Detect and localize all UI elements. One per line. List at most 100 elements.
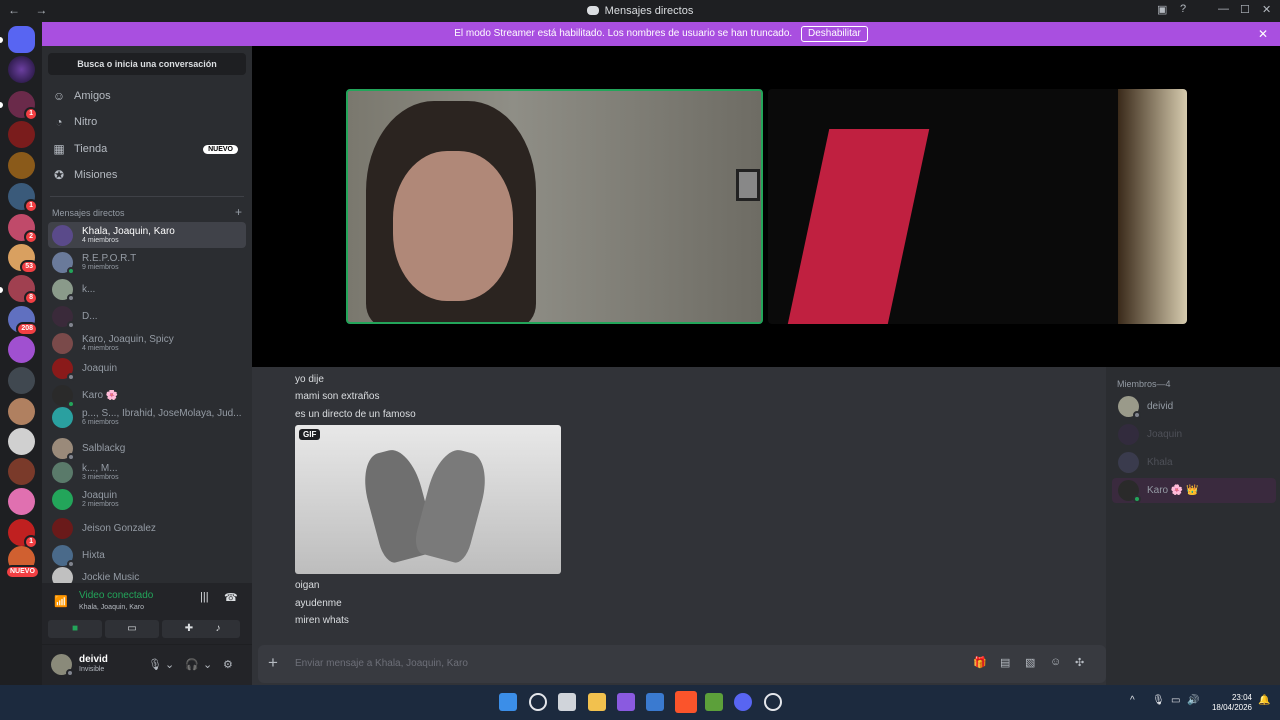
- server-icon[interactable]: [8, 152, 35, 179]
- disconnect-icon[interactable]: ☎: [224, 591, 238, 604]
- dm-item[interactable]: R.E.P.O.R.T 9 miembros: [48, 249, 246, 275]
- gift-icon[interactable]: 🎁: [973, 656, 987, 669]
- microphone-tray-icon[interactable]: 🎙: [1152, 695, 1165, 706]
- apps-icon[interactable]: ✣: [1075, 656, 1084, 669]
- dm-item[interactable]: Salblackg: [48, 435, 246, 461]
- dm-item[interactable]: p..., S..., Ibrahid, JoseMolaya, Jud... 6…: [48, 404, 246, 430]
- gif-icon[interactable]: ▤: [1000, 656, 1010, 669]
- avatar: [52, 305, 75, 329]
- home-discord-icon[interactable]: [8, 26, 35, 53]
- member-name: Joaquin: [1147, 429, 1183, 440]
- voice-status[interactable]: Video conectado: [79, 590, 153, 601]
- dm-name: Khala, Joaquin, Karo: [82, 226, 175, 237]
- dm-item[interactable]: Joaquin 2 miembros: [48, 486, 246, 512]
- server-icon[interactable]: 1: [8, 519, 38, 549]
- member-item[interactable]: Joaquin: [1112, 422, 1276, 447]
- minimize-icon[interactable]: —: [1218, 3, 1229, 15]
- server-icon[interactable]: [8, 121, 35, 148]
- server-icon[interactable]: [8, 488, 35, 515]
- message-text: oigan: [295, 580, 320, 591]
- member-item[interactable]: deivid: [1112, 394, 1276, 419]
- dm-item[interactable]: Karo, Joaquin, Spicy 4 miembros: [48, 330, 246, 356]
- server-badge: 2: [24, 230, 38, 244]
- dm-item[interactable]: Jeison Gonzalez: [48, 515, 246, 541]
- attach-button[interactable]: +: [268, 653, 278, 673]
- server-icon[interactable]: [8, 458, 35, 485]
- volume-icon[interactable]: 🔊: [1187, 695, 1199, 706]
- create-dm-button[interactable]: +: [235, 205, 242, 219]
- server-icon[interactable]: 53: [8, 244, 38, 274]
- message-text: es un directo de un famoso: [295, 409, 416, 420]
- member-item[interactable]: Karo 🌸 👑: [1112, 478, 1276, 503]
- screen-share-button[interactable]: ▭: [105, 620, 159, 638]
- dm-sub: 9 miembros: [82, 264, 119, 271]
- chevron-up-icon[interactable]: ^: [1130, 695, 1135, 706]
- server-icon[interactable]: 1: [8, 183, 38, 213]
- message-input[interactable]: + Enviar mensaje a Khala, Joaquin, Karo …: [258, 645, 1106, 683]
- server-icon[interactable]: 2: [8, 214, 38, 244]
- divider: [50, 196, 244, 197]
- nav-shop[interactable]: ▦ Tienda NUEVO: [48, 137, 246, 161]
- dm-item[interactable]: Joaquin: [48, 355, 246, 381]
- user-avatar[interactable]: [51, 654, 74, 677]
- dm-item[interactable]: Khala, Joaquin, Karo 4 miembros: [48, 222, 246, 248]
- server-icon[interactable]: 1: [8, 91, 38, 121]
- signal-icon: 📶: [54, 596, 68, 608]
- camera-button[interactable]: ■: [48, 620, 102, 638]
- search-icon[interactable]: [529, 693, 547, 711]
- username[interactable]: deivid: [79, 654, 108, 665]
- server-icon[interactable]: [8, 56, 35, 83]
- server-icon[interactable]: [8, 336, 35, 363]
- discord-icon[interactable]: [734, 693, 752, 711]
- settings-gear-icon[interactable]: ⚙: [223, 658, 233, 671]
- close-window-icon[interactable]: ✕: [1262, 3, 1271, 16]
- video-tile-self[interactable]: [346, 89, 763, 324]
- start-icon[interactable]: [499, 693, 517, 711]
- server-icon[interactable]: 208: [8, 306, 38, 336]
- user-status: Invisible: [79, 666, 105, 673]
- task-view-icon[interactable]: [558, 693, 576, 711]
- microphone-icon[interactable]: 🎙: [148, 658, 162, 671]
- maximize-icon[interactable]: ☐: [1240, 3, 1250, 16]
- sticker-icon[interactable]: ▧: [1025, 656, 1035, 669]
- nav-friends[interactable]: ☺ Amigos: [48, 84, 246, 108]
- chevron-down-icon[interactable]: ⌄: [165, 658, 174, 671]
- dm-item[interactable]: k..., M... 3 miembros: [48, 459, 246, 485]
- clock[interactable]: 23:04 18/04/2026: [1208, 693, 1252, 713]
- dm-item[interactable]: D...: [48, 303, 246, 329]
- store-icon[interactable]: [646, 693, 664, 711]
- server-icon[interactable]: 8: [8, 275, 38, 305]
- network-icon[interactable]: ▭: [1171, 695, 1180, 706]
- window-title: Mensajes directos: [0, 5, 1280, 17]
- file-explorer-icon[interactable]: [588, 693, 606, 711]
- brave-browser-icon[interactable]: [675, 691, 697, 713]
- emoji-icon[interactable]: ☺: [1050, 656, 1061, 668]
- member-item[interactable]: Khala: [1112, 450, 1276, 475]
- minecraft-icon[interactable]: [705, 693, 723, 711]
- noise-suppression-icon[interactable]: |||: [200, 591, 209, 603]
- dm-item[interactable]: k...: [48, 276, 246, 302]
- room-light: [1118, 89, 1187, 324]
- server-icon[interactable]: [8, 398, 35, 425]
- inbox-icon[interactable]: ▣: [1157, 3, 1167, 16]
- server-icon[interactable]: [8, 428, 35, 455]
- chevron-down-icon[interactable]: ⌄: [203, 658, 212, 671]
- soundboard-button[interactable]: ♪: [196, 620, 240, 638]
- avatar: [52, 437, 75, 461]
- headphones-icon[interactable]: 🎧: [185, 658, 199, 671]
- time: 23:04: [1231, 693, 1252, 702]
- banner-close-icon[interactable]: ✕: [1258, 22, 1268, 46]
- disable-streamer-button[interactable]: Deshabilitar: [800, 26, 868, 42]
- video-tile-other[interactable]: [768, 89, 1187, 324]
- nav-nitro[interactable]: ◔ Nitro: [48, 110, 246, 134]
- help-icon[interactable]: ?: [1180, 3, 1186, 15]
- message-text: miren whats: [295, 615, 349, 626]
- nav-quests[interactable]: ✪ Misiones: [48, 163, 246, 187]
- notification-icon[interactable]: 🔔: [1258, 695, 1270, 706]
- dm-name: Karo 🌸: [82, 389, 119, 401]
- search-conversation-button[interactable]: Busca o inicia una conversación: [48, 53, 246, 75]
- copilot-icon[interactable]: [617, 693, 635, 711]
- server-icon[interactable]: [8, 367, 35, 394]
- gif-embed[interactable]: GIF: [295, 425, 561, 574]
- app-icon[interactable]: [764, 693, 782, 711]
